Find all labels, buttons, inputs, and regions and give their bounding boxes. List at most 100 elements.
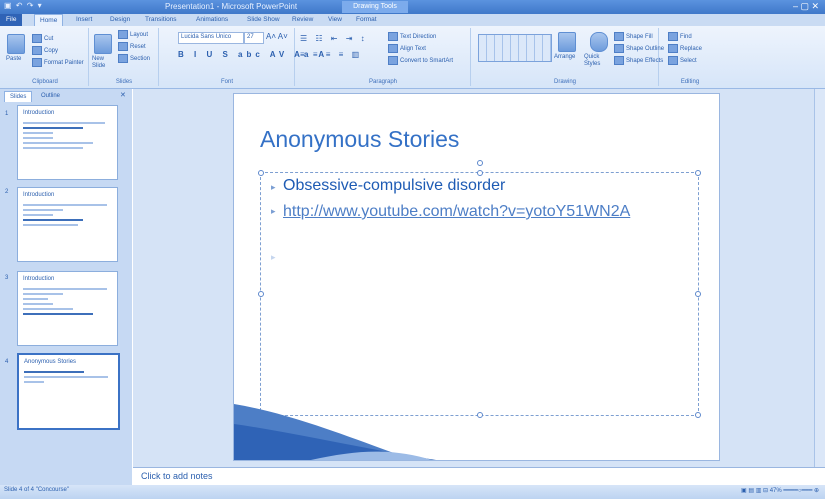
close-pane-icon[interactable]: ✕ — [120, 91, 126, 99]
replace-icon — [668, 44, 678, 53]
font-grow-shrink-icon[interactable]: A˄ A˅ — [266, 32, 288, 41]
tab-format[interactable]: Format — [356, 14, 377, 26]
shape-outline-button[interactable]: Shape Outline — [614, 44, 664, 53]
layout-icon — [118, 30, 128, 39]
tab-slide-show[interactable]: Slide Show — [247, 14, 280, 26]
thumbnail-title: Introduction — [23, 276, 55, 282]
thumbnail-title: Anonymous Stories — [24, 359, 77, 365]
notes-pane[interactable]: Click to add notes — [133, 467, 825, 486]
tab-animations[interactable]: Animations — [196, 14, 228, 26]
editing-group-label: Editing — [680, 79, 700, 85]
reset-button[interactable]: Reset — [118, 42, 146, 51]
font-group: Lucida Sans Unico 27 A˄ A˅ B I U S abc A… — [160, 28, 324, 86]
resize-handle[interactable] — [258, 291, 264, 297]
title-bar: ▣ ↶ ↷ ▾ Presentation1 - Microsoft PowerP… — [0, 0, 825, 14]
tab-file[interactable]: File — [0, 14, 23, 26]
tab-insert[interactable]: Insert — [76, 14, 92, 26]
bullet-arrow-icon: ▸ — [271, 206, 276, 216]
bullet-link[interactable]: http://www.youtube.com/watch?v=yotoY51WN… — [283, 201, 703, 222]
resize-handle[interactable] — [695, 170, 701, 176]
reset-icon — [118, 42, 128, 51]
tab-view[interactable]: View — [328, 14, 342, 26]
slide-thumbnail-4[interactable]: Anonymous Stories — [17, 353, 120, 430]
paragraph-group: ☰ ☷ ⇤ ⇥ ↕ ≡ ≡ ≡ ≡ ▥ Text Direction Align… — [296, 28, 471, 86]
convert-smartart-button[interactable]: Convert to SmartArt — [388, 56, 453, 65]
arrange-button[interactable]: Arrange — [554, 54, 575, 60]
paste-button[interactable]: Paste — [6, 56, 21, 62]
cut-button[interactable]: Cut — [32, 34, 53, 43]
vertical-scrollbar[interactable] — [814, 89, 825, 467]
section-button[interactable]: Section — [118, 54, 150, 63]
arrange-icon[interactable] — [558, 32, 576, 52]
text-direction-button[interactable]: Text Direction — [388, 32, 436, 41]
new-slide-icon[interactable] — [94, 34, 112, 54]
slide-number: 4 — [5, 359, 9, 365]
layout-button[interactable]: Layout — [118, 30, 148, 39]
slide-title[interactable]: Anonymous Stories — [260, 126, 459, 153]
outline-icon — [614, 44, 624, 53]
ribbon: Paste Cut Copy Format Painter Clipboard … — [0, 26, 825, 89]
slide-number: 2 — [5, 189, 9, 195]
copy-icon — [32, 46, 42, 55]
slide-number: 3 — [5, 275, 9, 281]
rotate-handle[interactable] — [477, 160, 483, 166]
drawing-group: Arrange Quick Styles Shape Fill Shape Ou… — [472, 28, 664, 86]
drawing-group-label: Drawing — [553, 79, 576, 85]
select-button[interactable]: Select — [668, 56, 697, 65]
tab-home[interactable]: Home — [34, 14, 64, 26]
brush-icon — [32, 58, 42, 67]
window-controls[interactable]: – ▢ ✕ — [793, 1, 819, 12]
smartart-icon — [388, 56, 398, 65]
shape-fill-button[interactable]: Shape Fill — [614, 32, 653, 41]
quick-access-toolbar[interactable]: ▣ ↶ ↷ ▾ — [4, 1, 43, 10]
slide-number: 1 — [5, 111, 9, 117]
pane-tabs: Slides Outline ✕ — [4, 91, 128, 102]
section-icon — [118, 54, 128, 63]
tab-slides[interactable]: Slides — [4, 91, 33, 102]
copy-button[interactable]: Copy — [32, 46, 58, 55]
decorative-wave — [234, 404, 437, 460]
format-painter-button[interactable]: Format Painter — [32, 58, 84, 67]
slide-thumbnail-2[interactable]: Introduction — [17, 187, 118, 262]
thumbnail-title: Introduction — [23, 110, 55, 116]
font-group-label: Font — [220, 79, 233, 85]
paste-icon[interactable] — [7, 34, 25, 54]
fill-icon — [614, 32, 624, 41]
quick-styles-icon[interactable] — [590, 32, 608, 52]
font-name-box[interactable]: Lucida Sans Unico — [178, 32, 244, 44]
tab-transitions[interactable]: Transitions — [145, 14, 177, 26]
shapes-gallery[interactable] — [478, 34, 552, 62]
slide-thumbnail-3[interactable]: Introduction — [17, 271, 118, 346]
view-zoom-controls[interactable]: ▣ ▤ ▥ ⊟ 47% ━━━━○━━━ ⊕ — [741, 487, 819, 494]
slide-thumbnail-1[interactable]: Introduction — [17, 105, 118, 180]
bullet-text[interactable]: Obsessive-compulsive disorder — [283, 177, 505, 195]
list-icons[interactable]: ☰ ☷ ⇤ ⇥ ↕ — [300, 34, 368, 43]
tab-design[interactable]: Design — [110, 14, 130, 26]
status-bar: Slide 4 of 4 "Concourse" ▣ ▤ ▥ ⊟ 47% ━━━… — [0, 485, 825, 499]
notes-placeholder[interactable]: Click to add notes — [141, 471, 213, 481]
editing-group: Find Replace Select Editing — [660, 28, 720, 86]
paragraph-group-label: Paragraph — [368, 79, 398, 85]
resize-handle[interactable] — [258, 170, 264, 176]
tab-review[interactable]: Review — [292, 14, 313, 26]
tab-outline[interactable]: Outline — [36, 91, 65, 101]
replace-button[interactable]: Replace — [668, 44, 702, 53]
new-slide-button[interactable]: New Slide — [92, 56, 116, 70]
scissors-icon — [32, 34, 42, 43]
find-button[interactable]: Find — [668, 32, 692, 41]
slides-pane: Slides Outline ✕ 1 Introduction 2 Introd… — [0, 89, 132, 485]
bullet-arrow-icon: ▸ — [271, 182, 276, 192]
drawing-tools-context-tab: Drawing Tools — [342, 1, 408, 13]
shape-effects-button[interactable]: Shape Effects — [614, 56, 663, 65]
align-text-button[interactable]: Align Text — [388, 44, 426, 53]
cursor-icon — [668, 56, 678, 65]
slides-group-label: Slides — [115, 79, 133, 85]
font-size-box[interactable]: 27 — [244, 32, 264, 44]
text-direction-icon — [388, 32, 398, 41]
slide-canvas[interactable]: Anonymous Stories ▸ Obsessive-compulsive… — [233, 93, 720, 461]
quick-styles-button[interactable]: Quick Styles — [584, 54, 612, 68]
align-icons[interactable]: ≡ ≡ ≡ ≡ ▥ — [300, 50, 362, 59]
clipboard-group: Paste Cut Copy Format Painter Clipboard — [2, 28, 89, 86]
resize-handle[interactable] — [477, 170, 483, 176]
resize-handle[interactable] — [695, 291, 701, 297]
